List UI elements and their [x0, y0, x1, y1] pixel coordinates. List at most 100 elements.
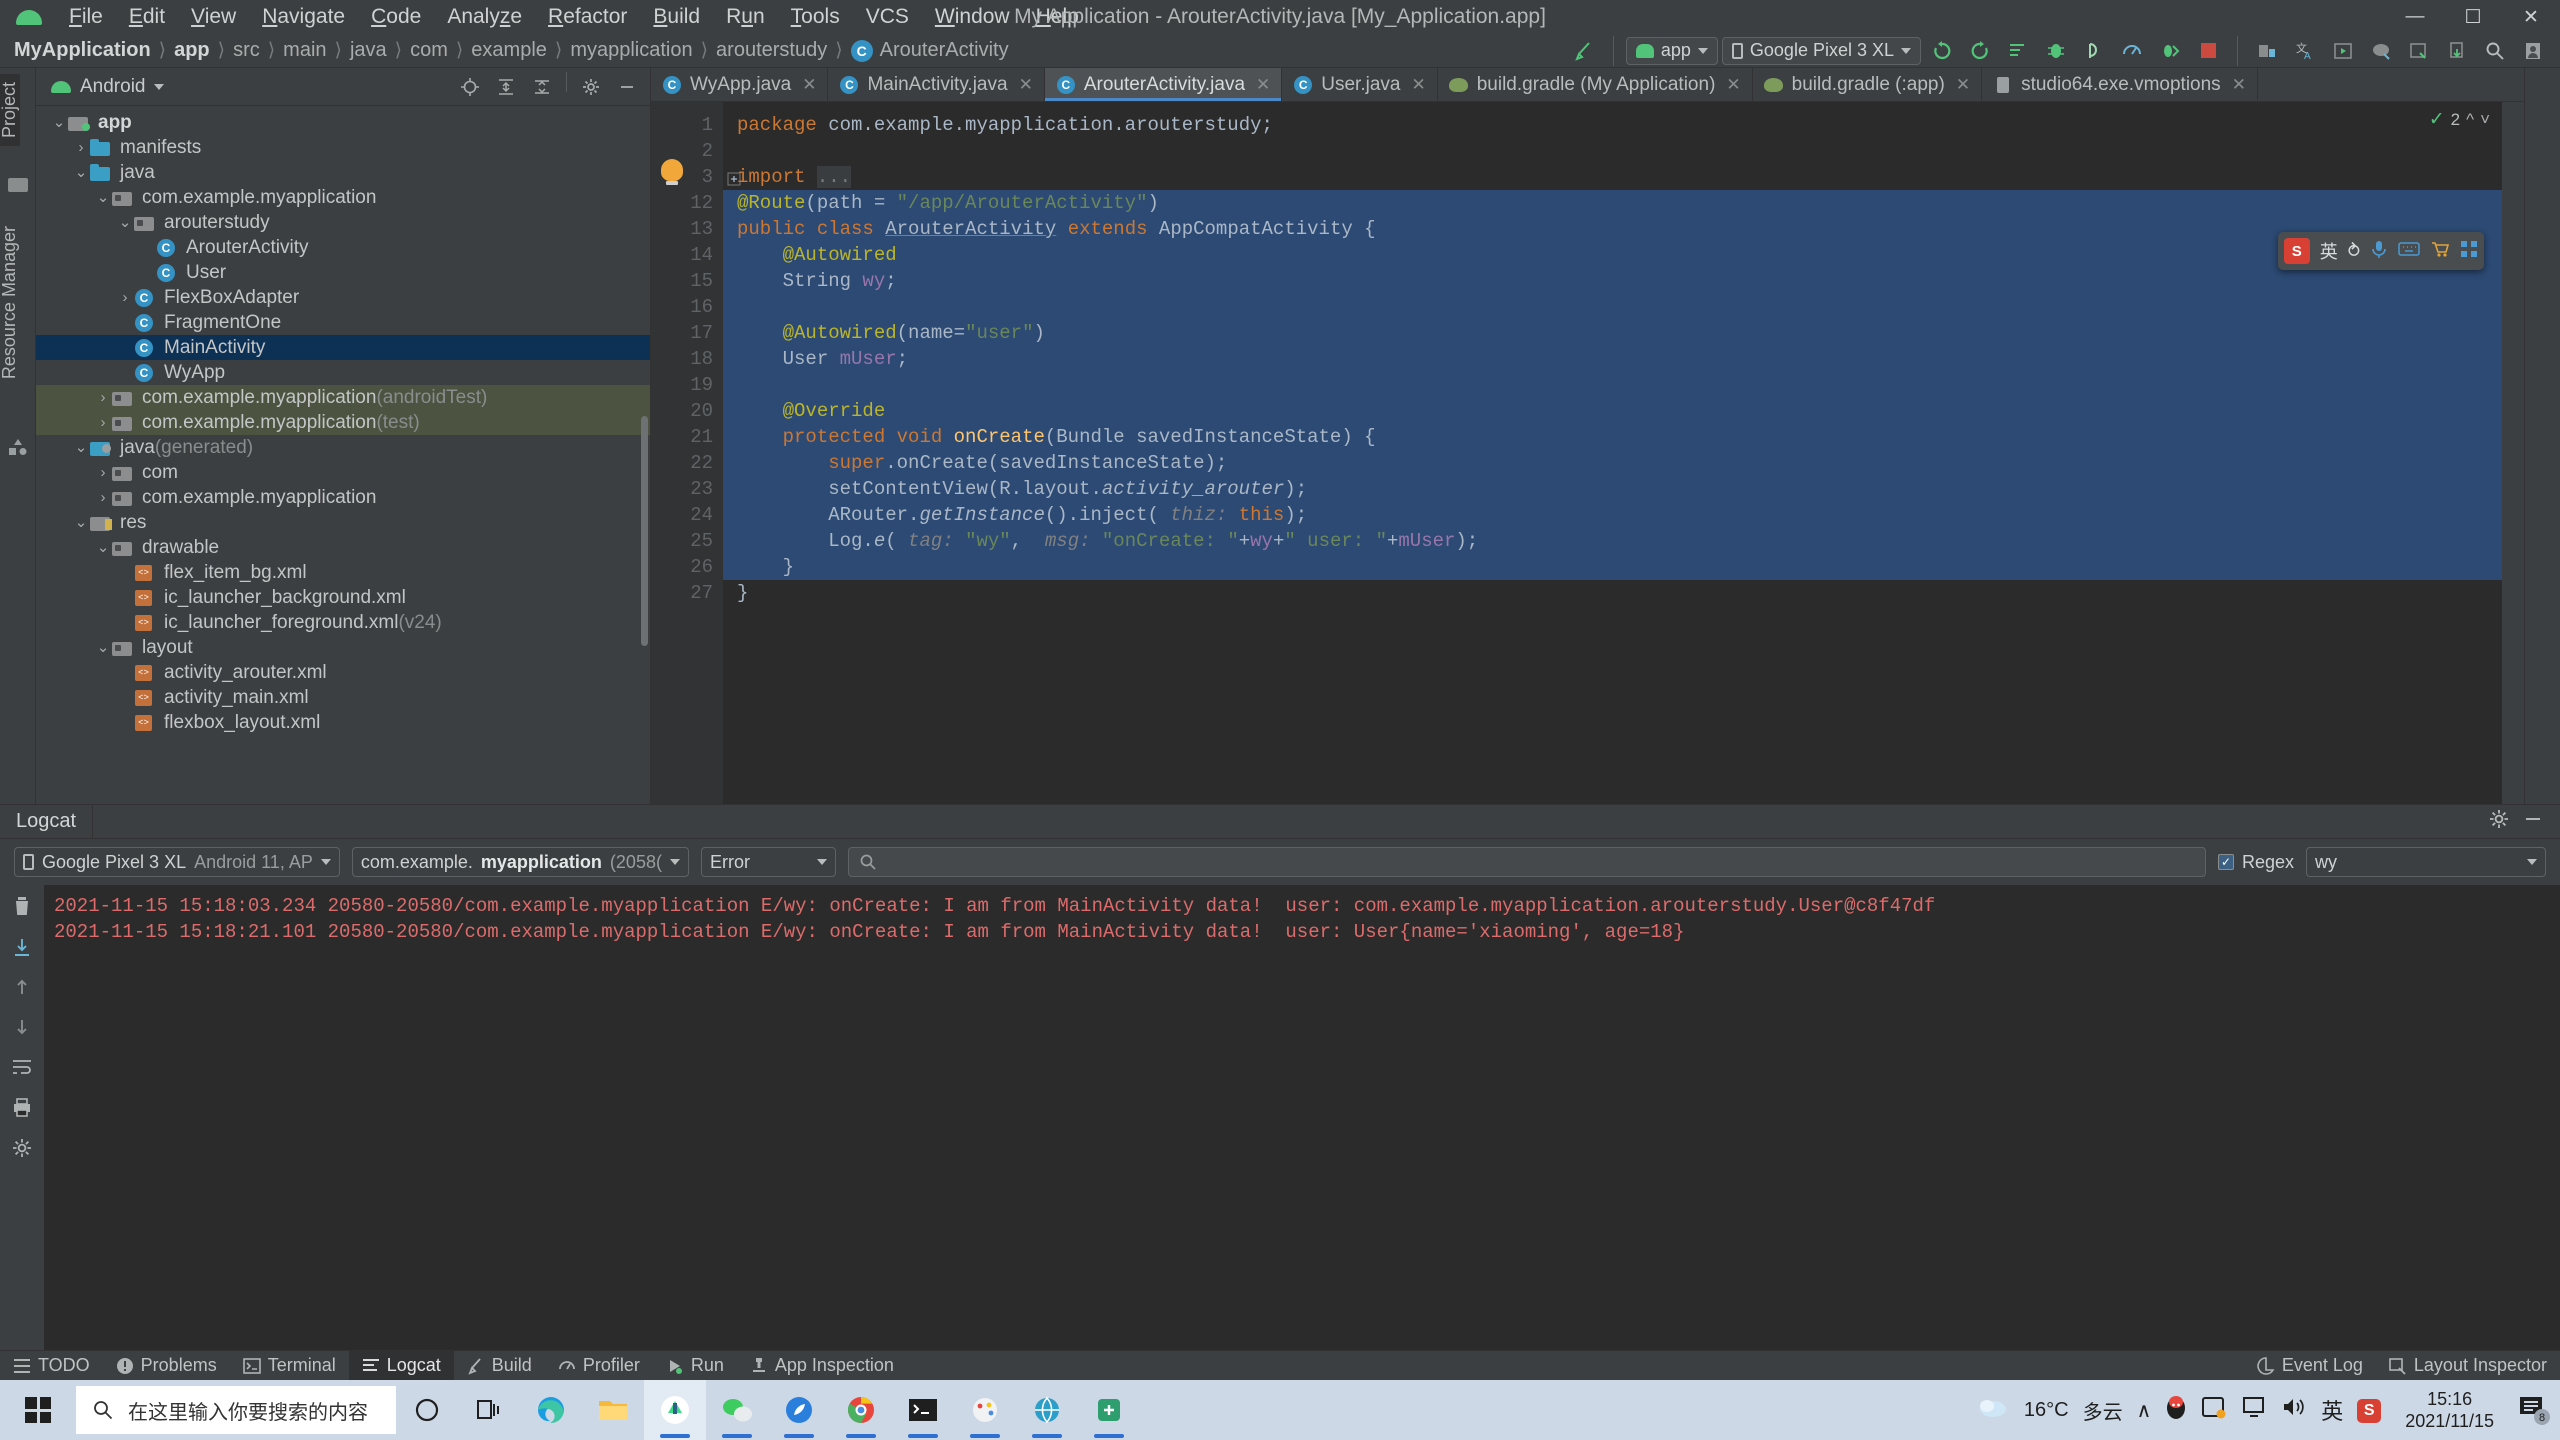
close-icon[interactable]: ✕	[1256, 75, 1270, 95]
chevron-right-icon[interactable]: ›	[94, 464, 112, 481]
tree-item-manifests[interactable]: ›manifests	[36, 135, 650, 160]
hide-icon[interactable]	[610, 72, 644, 102]
tree-item-mainactivity[interactable]: MainActivity	[36, 335, 650, 360]
tree-item-activity-main-xml[interactable]: activity_main.xml	[36, 685, 650, 710]
tree-item-app[interactable]: ⌄app	[36, 110, 650, 135]
code-line-22[interactable]: super.onCreate(savedInstanceState);	[723, 450, 2502, 476]
hide-icon[interactable]	[2522, 808, 2544, 836]
code-line-27[interactable]: }	[737, 580, 2502, 606]
chevron-down-icon[interactable]: ⌄	[72, 168, 90, 178]
tool-button-event-log[interactable]: Event Log	[2244, 1351, 2376, 1381]
android-studio-icon[interactable]	[644, 1380, 706, 1440]
gutter-line-17[interactable]: 17	[651, 320, 723, 346]
close-icon[interactable]: ✕	[1726, 75, 1740, 95]
breadcrumb-item-arouterstudy[interactable]: arouterstudy	[716, 39, 827, 62]
print-icon[interactable]	[11, 1097, 33, 1123]
gradle-sync-icon[interactable]	[2364, 36, 2398, 66]
gutter-line-1[interactable]: 1	[651, 112, 723, 138]
editor-tab-build-gradle-my-application-[interactable]: build.gradle (My Application)✕	[1438, 68, 1753, 101]
code-line-2[interactable]	[737, 138, 2502, 164]
tree-item-ic-launcher-background-xml[interactable]: ic_launcher_background.xml	[36, 585, 650, 610]
wechat-icon[interactable]	[706, 1380, 768, 1440]
edge-icon[interactable]	[520, 1380, 582, 1440]
chevron-down-icon[interactable]: ⌄	[72, 518, 90, 528]
chrome-icon[interactable]	[830, 1380, 892, 1440]
close-icon[interactable]: ✕	[1956, 75, 1970, 95]
logcat-process-selector[interactable]: com.example.myapplication (2058(	[352, 847, 689, 877]
gutter-line-25[interactable]: 25	[651, 528, 723, 554]
chevron-down-icon[interactable]: ⌄	[50, 118, 68, 128]
code-line-20[interactable]: @Override	[723, 398, 2502, 424]
stop-button[interactable]	[2191, 36, 2225, 66]
chevron-right-icon[interactable]: ›	[94, 414, 112, 431]
chevron-down-icon[interactable]: ⌄	[94, 543, 112, 553]
sogou-logo-icon[interactable]: S	[2284, 238, 2310, 264]
breadcrumb-current-class[interactable]: ArouterActivity	[880, 39, 1009, 62]
apps-icon[interactable]	[2460, 240, 2478, 263]
tree-item-arouteractivity[interactable]: ArouterActivity	[36, 235, 650, 260]
close-icon[interactable]: ✕	[1019, 75, 1033, 95]
device-selector[interactable]: Google Pixel 3 XL	[1722, 37, 1921, 65]
menu-code[interactable]: Code	[358, 5, 434, 29]
menu-window[interactable]: Window	[922, 5, 1023, 29]
logcat-device-selector[interactable]: Google Pixel 3 XL Android 11, AP	[14, 847, 340, 877]
sdk-manager-icon[interactable]	[2250, 36, 2284, 66]
screenshot-icon[interactable]	[2201, 1395, 2227, 1425]
weather-temp[interactable]: 16°C	[2024, 1399, 2069, 1422]
chevron-up-icon[interactable]: ^	[2466, 110, 2474, 130]
tree-item-com-example-myapplication[interactable]: ›com.example.myapplication (test)	[36, 410, 650, 435]
gutter-line-26[interactable]: 26	[651, 554, 723, 580]
tree-item-ic-launcher-foreground-xml[interactable]: ic_launcher_foreground.xml (v24)	[36, 610, 650, 635]
regex-checkbox[interactable]: ✓	[2218, 854, 2234, 870]
collapse-all-icon[interactable]	[525, 72, 559, 102]
menu-view[interactable]: View	[178, 5, 249, 29]
code-line-24[interactable]: ARouter.getInstance().inject( thiz: this…	[723, 502, 2502, 528]
gutter-line-12[interactable]: 12	[651, 190, 723, 216]
task-view-icon[interactable]	[458, 1380, 520, 1440]
tree-item-user[interactable]: User	[36, 260, 650, 285]
maximize-button[interactable]: ☐	[2444, 0, 2502, 34]
tree-item-com-example-myapplication[interactable]: ›com.example.myapplication (androidTest)	[36, 385, 650, 410]
tool-button-run[interactable]: Run	[653, 1351, 737, 1381]
code-line-19[interactable]	[723, 372, 2502, 398]
cortana-icon[interactable]	[396, 1380, 458, 1440]
breadcrumb-item-com[interactable]: com	[410, 39, 448, 62]
tree-scrollbar[interactable]	[641, 416, 648, 646]
windows-start-icon[interactable]	[0, 1380, 76, 1440]
tool-button-profiler[interactable]: Profiler	[545, 1351, 653, 1381]
qq-browser-icon[interactable]	[768, 1380, 830, 1440]
editor-tab-mainactivity-java[interactable]: MainActivity.java✕	[828, 68, 1044, 101]
gutter-line-22[interactable]: 22	[651, 450, 723, 476]
display-icon[interactable]	[2241, 1395, 2267, 1425]
weather-desc[interactable]: 多云	[2083, 1396, 2123, 1425]
inspection-widget[interactable]: ✓ 2 ^ ˅	[2429, 108, 2490, 131]
tool-button-app-inspection[interactable]: App Inspection	[737, 1351, 907, 1381]
tool-button-layout-inspector[interactable]: Layout Inspector	[2376, 1351, 2560, 1381]
cart-icon[interactable]	[2430, 240, 2450, 263]
menu-analyze[interactable]: Analyze	[434, 5, 535, 29]
tree-item-flexbox-layout-xml[interactable]: flexbox_layout.xml	[36, 710, 650, 735]
breadcrumb-item-myapplication[interactable]: MyApplication	[14, 39, 151, 62]
tree-item-activity-arouter-xml[interactable]: activity_arouter.xml	[36, 660, 650, 685]
ime-icon[interactable]: 英	[2321, 1394, 2343, 1426]
gutter-line-27[interactable]: 27	[651, 580, 723, 606]
chevron-down-icon[interactable]: ⌄	[116, 218, 134, 228]
menu-tools[interactable]: Tools	[778, 5, 853, 29]
editor-tab-wyapp-java[interactable]: WyApp.java✕	[651, 68, 828, 101]
account-avatar[interactable]	[2516, 36, 2550, 66]
run-coverage-button[interactable]	[1963, 36, 1997, 66]
gear-icon[interactable]	[574, 72, 608, 102]
down-icon[interactable]	[12, 1017, 32, 1043]
menu-build[interactable]: Build	[640, 5, 713, 29]
gutter-line-13[interactable]: 13<>	[651, 216, 723, 242]
avd-manager-icon[interactable]	[2326, 36, 2360, 66]
chevron-down-icon[interactable]: ⌄	[94, 193, 112, 203]
expand-all-icon[interactable]	[489, 72, 523, 102]
gutter-line-24[interactable]: 24	[651, 502, 723, 528]
chevron-down-icon[interactable]: ⌄	[94, 643, 112, 653]
ime-switch-icon[interactable]: ⥁	[2348, 241, 2360, 262]
tree-item-com[interactable]: ›com	[36, 460, 650, 485]
tree-item-res[interactable]: ⌄res	[36, 510, 650, 535]
paint-icon[interactable]	[954, 1380, 1016, 1440]
gutter-line-19[interactable]: 19	[651, 372, 723, 398]
